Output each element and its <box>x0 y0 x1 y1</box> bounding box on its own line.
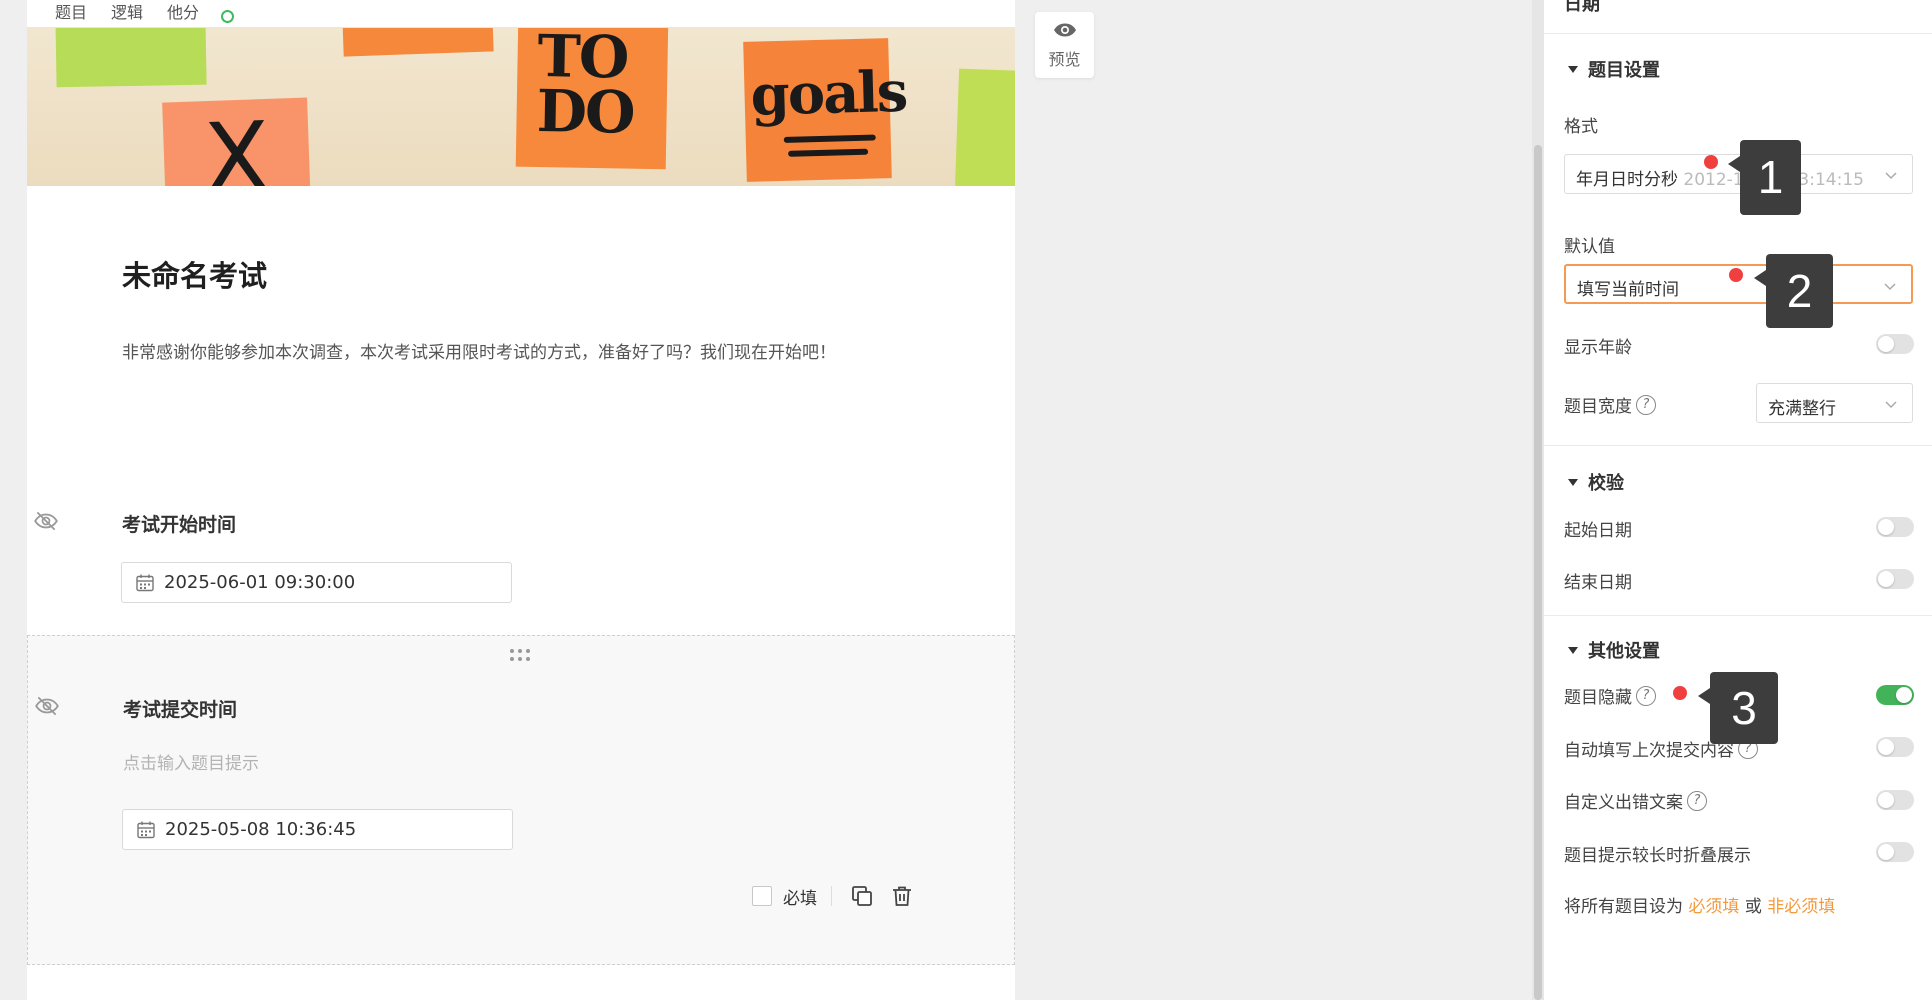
question-width-label: 题目宽度? <box>1564 392 1656 417</box>
panel-header: 日期 <box>1564 0 1600 15</box>
caret-down-icon <box>1568 478 1578 486</box>
calendar-icon <box>136 574 154 592</box>
status-ok-icon <box>221 10 234 23</box>
calendar-icon <box>137 821 155 839</box>
trash-icon[interactable] <box>890 884 914 908</box>
divider <box>831 886 832 906</box>
default-value-text: 填写当前时间 <box>1577 280 1679 300</box>
annotation-badge-3: 3 <box>1698 672 1778 744</box>
help-icon[interactable]: ? <box>1636 685 1656 706</box>
todo-text: TO DO <box>536 28 635 147</box>
marker-dot <box>1729 268 1743 282</box>
divider <box>1544 445 1932 446</box>
date-input[interactable]: 2025-05-08 10:36:45 <box>122 809 513 850</box>
form-canvas: 题目 逻辑 他分 TO DO goals X 未命名考试 非常感谢你能够参加本次… <box>27 0 1015 1000</box>
collapse-hint-label: 题目提示较长时折叠展示 <box>1564 846 1751 866</box>
scrollbar-thumb[interactable] <box>1534 145 1542 1000</box>
format-label: 格式 <box>1564 117 1598 137</box>
marker-dot <box>1704 155 1718 169</box>
settings-panel: 日期 题目设置 格式 年月日时分秒 2012-12-15 13:14:15 默认… <box>1544 0 1932 1000</box>
start-date-toggle[interactable] <box>1876 517 1914 537</box>
set-all-optional-link[interactable]: 非必须填 <box>1767 897 1835 917</box>
caret-down-icon <box>1568 646 1578 654</box>
copy-icon[interactable] <box>850 884 874 908</box>
hide-question-label: 题目隐藏? <box>1564 683 1656 708</box>
goals-underline <box>788 148 869 157</box>
drag-handle-icon[interactable] <box>509 648 531 662</box>
show-age-label: 显示年龄 <box>1564 338 1632 358</box>
end-date-label: 结束日期 <box>1564 573 1632 593</box>
autofill-toggle[interactable] <box>1876 737 1914 757</box>
section-title: 校验 <box>1588 473 1624 494</box>
section-validation[interactable]: 校验 <box>1568 469 1624 495</box>
date-value: 2025-05-08 10:36:45 <box>165 819 357 840</box>
sticky-note-green-2 <box>954 68 1015 186</box>
question-width-select[interactable]: 充满整行 <box>1756 383 1913 423</box>
caret-down-icon <box>1568 65 1578 73</box>
format-select-value: 年月日时分秒 2012-12-15 13:14:15 <box>1576 170 1864 190</box>
start-date-label: 起始日期 <box>1564 521 1632 541</box>
preview-label: 预览 <box>1048 50 1081 69</box>
eye-off-icon[interactable] <box>34 693 60 719</box>
sticky-note-green <box>55 28 207 88</box>
form-topbar: 题目 逻辑 他分 <box>27 0 1015 28</box>
annotation-badge-1: 1 <box>1728 140 1801 215</box>
eye-off-icon[interactable] <box>33 508 59 534</box>
set-all-required-link[interactable]: 必须填 <box>1688 897 1739 917</box>
banner-image[interactable]: TO DO goals X <box>27 28 1015 186</box>
chevron-down-icon <box>1885 401 1897 409</box>
chevron-down-icon <box>1884 283 1896 291</box>
date-value: 2025-06-01 09:30:00 <box>164 572 356 593</box>
bulk-required-line: 将所有题目设为 必须填 或 非必须填 <box>1564 897 1836 917</box>
custom-error-label: 自定义出错文案? <box>1564 788 1707 813</box>
topbar-item-logic[interactable]: 逻辑 <box>111 0 143 23</box>
preview-button[interactable]: 预览 <box>1035 12 1094 78</box>
section-other-settings[interactable]: 其他设置 <box>1568 637 1660 663</box>
eye-icon <box>1054 23 1076 37</box>
sticky-note-orange <box>342 28 494 57</box>
help-icon[interactable]: ? <box>1636 394 1656 415</box>
question-block-selected[interactable]: 考试提交时间 点击输入题目提示 2025-05-08 10:36:45 必填 <box>27 635 1015 965</box>
question-title[interactable]: 考试提交时间 <box>123 695 237 722</box>
goals-text: goals <box>749 58 908 129</box>
annotation-badge-2: 2 <box>1754 254 1833 328</box>
question-actions: 必填 <box>752 884 914 909</box>
divider <box>1544 33 1932 34</box>
custom-error-toggle[interactable] <box>1876 790 1914 810</box>
goals-underline <box>783 134 876 143</box>
question-block[interactable]: 考试开始时间 2025-06-01 09:30:00 <box>27 490 1015 634</box>
hide-question-toggle[interactable] <box>1876 685 1914 705</box>
date-input[interactable]: 2025-06-01 09:30:00 <box>121 562 512 603</box>
divider <box>1544 615 1932 616</box>
section-title: 其他设置 <box>1588 641 1660 662</box>
sticky-note-goals: goals <box>743 38 907 182</box>
topbar-item-questions[interactable]: 题目 <box>55 0 87 23</box>
x-text: X <box>202 100 272 186</box>
section-question-settings[interactable]: 题目设置 <box>1568 56 1660 82</box>
sticky-note-x: X <box>162 97 311 186</box>
sticky-note-todo: TO DO <box>515 28 669 170</box>
question-hint[interactable]: 点击输入题目提示 <box>123 749 259 774</box>
required-label[interactable]: 必填 <box>783 884 817 909</box>
chevron-down-icon <box>1885 172 1897 180</box>
show-age-toggle[interactable] <box>1876 334 1914 354</box>
help-icon[interactable]: ? <box>1687 790 1707 811</box>
section-title: 题目设置 <box>1588 60 1660 81</box>
question-width-value: 充满整行 <box>1768 399 1836 419</box>
exam-description[interactable]: 非常感谢你能够参加本次调查，本次考试采用限时考试的方式，准备好了吗？我们现在开始… <box>122 338 836 363</box>
topbar-item-score[interactable]: 他分 <box>167 0 199 23</box>
question-title[interactable]: 考试开始时间 <box>122 510 236 537</box>
collapse-hint-toggle[interactable] <box>1876 842 1914 862</box>
default-value-label: 默认值 <box>1564 237 1615 257</box>
end-date-toggle[interactable] <box>1876 569 1914 589</box>
page-title[interactable]: 未命名考试 <box>122 253 267 295</box>
required-checkbox[interactable] <box>752 886 772 906</box>
marker-dot <box>1673 686 1687 700</box>
